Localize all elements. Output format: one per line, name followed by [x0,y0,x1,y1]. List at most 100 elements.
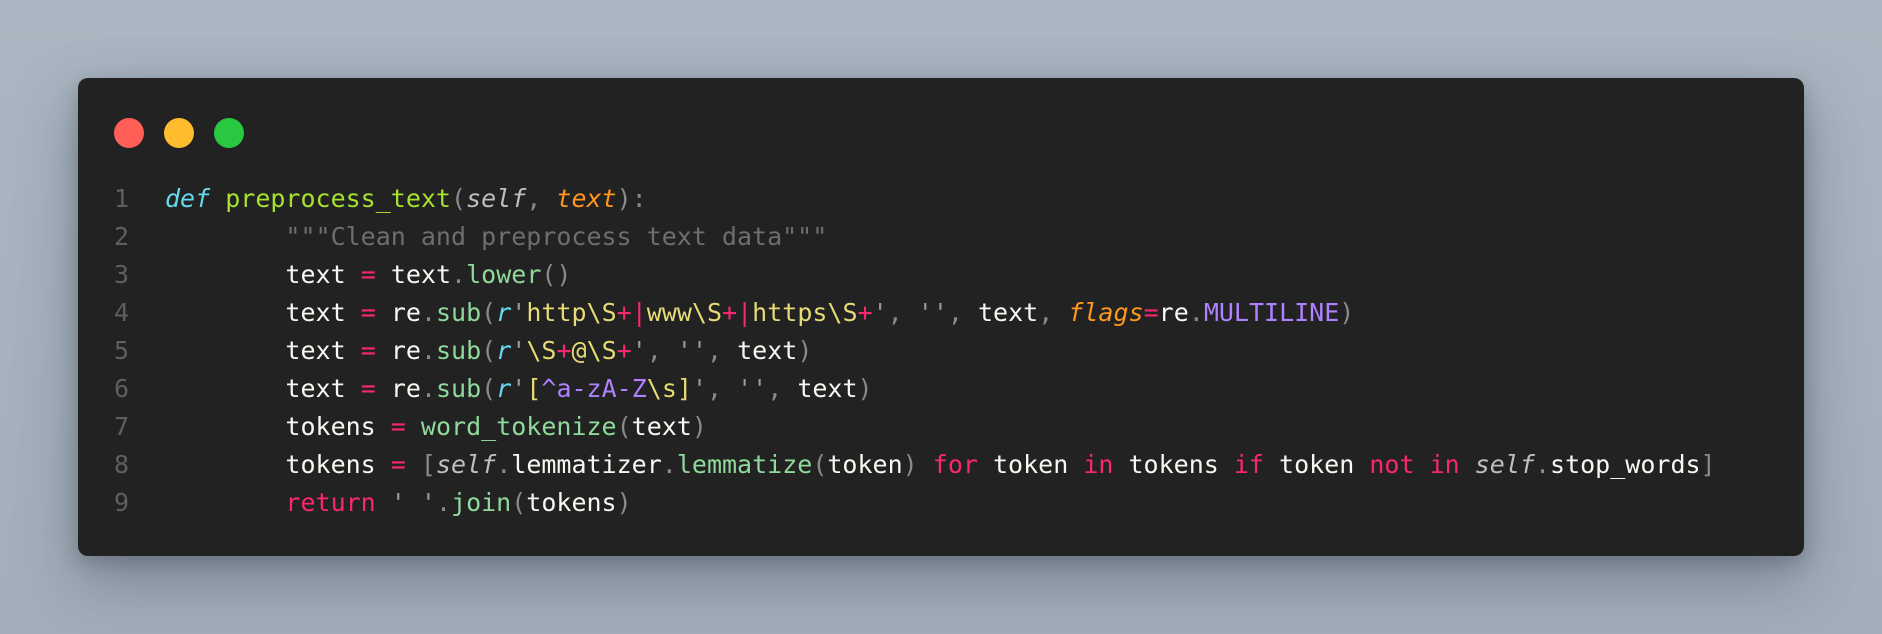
code-token: preprocess_text [225,184,451,213]
code-token: ) [902,450,918,479]
code-token: . [451,260,467,289]
code-line-text: def preprocess_text(self, text): [165,180,647,218]
code-token: text [285,374,346,403]
code-token: = [360,260,376,289]
code-token: '' [737,374,768,403]
code-token: r [496,336,512,365]
code-token: re [390,336,421,365]
code-token: ^a-zA-Z [541,374,647,403]
code-token: ) [1339,298,1355,327]
code-token: , [707,374,738,403]
code-line: 4 text = re.sub(r'http\S+|www\S+|https\S… [78,294,1804,332]
code-token: ' [511,336,527,365]
maximize-window-button[interactable] [214,118,244,148]
code-line: 7 tokens = word_tokenize(text) [78,408,1804,446]
code-line-text: return ' '.join(tokens) [165,484,632,522]
code-token: ( [481,298,497,327]
code-editor[interactable]: 1 def preprocess_text(self, text): 2 """Cl… [78,180,1804,522]
code-line-text: tokens = [self.lemmatizer.lemmatize(toke… [165,446,1715,484]
code-token: + [857,298,873,327]
code-token: word_tokenize [420,412,617,441]
code-token: , [947,298,978,327]
code-token: sub [436,374,482,403]
code-token: ( [451,184,467,213]
code-token: = [360,298,376,327]
code-token: re [390,374,421,403]
code-token: lemmatizer [511,450,662,479]
code-token: in [1429,450,1460,479]
code-token: \S [526,336,557,365]
code-token: token [992,450,1069,479]
code-token: join [451,488,512,517]
code-token: def [165,184,211,213]
code-token: if [1233,450,1264,479]
code-line: 3 text = text.lower() [78,256,1804,294]
code-line: 5 text = re.sub(r'\S+@\S+', '', text) [78,332,1804,370]
code-token: r [496,374,512,403]
code-window: 1 def preprocess_text(self, text): 2 """Cl… [78,78,1804,556]
code-token: + [722,298,738,327]
code-line: 9 return ' '.join(tokens) [78,484,1804,522]
code-token: . [420,336,436,365]
code-token: tokens [526,488,617,517]
code-token: ' [511,298,527,327]
code-token: text [285,336,346,365]
code-token: not [1369,450,1415,479]
code-token: . [496,450,512,479]
code-line: 6 text = re.sub(r'[^a-zA-Z\s]', '', text… [78,370,1804,408]
close-window-button[interactable] [114,118,144,148]
code-token: text [737,336,798,365]
code-token: www\S [646,298,723,327]
code-token: tokens [285,450,376,479]
code-token: ( [481,374,497,403]
code-token: [ [526,374,542,403]
code-token: . [420,374,436,403]
code-token: ( [616,412,632,441]
code-token: for [932,450,978,479]
code-token: \s [646,374,677,403]
code-line-text: text = re.sub(r'\S+@\S+', '', text) [165,332,812,370]
code-token: , [767,374,798,403]
code-token: @\S [571,336,617,365]
minimize-window-button[interactable] [164,118,194,148]
code-token: , [1038,298,1069,327]
code-token: tokens [285,412,376,441]
code-token: http\S [526,298,617,327]
code-line: 8 tokens = [self.lemmatizer.lemmatize(to… [78,446,1804,484]
code-token: = [360,374,376,403]
code-token: in [1083,450,1114,479]
code-token: lower [466,260,542,289]
code-token: ) [616,488,632,517]
code-token: return [285,488,376,517]
code-token: = [390,450,406,479]
code-token: self [1474,450,1535,479]
code-token: ): [616,184,647,213]
code-token: flags [1068,298,1144,327]
code-token: MULTILINE [1203,298,1340,327]
code-token: sub [436,298,482,327]
code-token: ( [511,488,527,517]
code-token: self [435,450,497,479]
code-token: '' [917,298,948,327]
code-token: , [526,184,557,213]
code-token: . [435,488,452,517]
code-token: , [887,298,918,327]
